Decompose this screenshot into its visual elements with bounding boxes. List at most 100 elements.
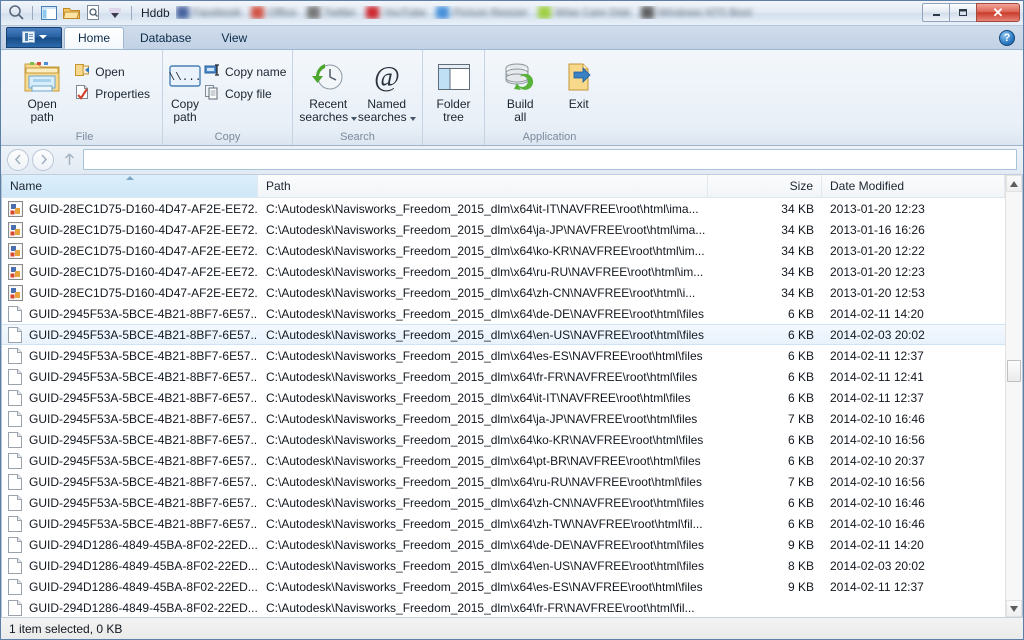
file-name-text: GUID-2945F53A-5BCE-4B21-8BF7-6E57... [29,348,258,363]
table-row[interactable]: GUID-2945F53A-5BCE-4B21-8BF7-6E57... C:\A… [2,471,1005,492]
column-header-path[interactable]: Path [258,175,708,198]
folder-tree-button[interactable]: Folder tree [429,54,478,124]
table-row[interactable]: GUID-28EC1D75-D160-4D47-AF2E-EE72... C:\A… [2,240,1005,261]
tab-view[interactable]: View [207,28,261,49]
generic-file-icon [8,410,23,427]
application-menu-button[interactable] [6,26,62,48]
maximize-button[interactable] [949,3,977,22]
cell-name: GUID-28EC1D75-D160-4D47-AF2E-EE72... [2,263,258,280]
tab-database[interactable]: Database [126,28,205,49]
tab-home[interactable]: Home [64,26,125,49]
minimize-button[interactable] [922,3,950,22]
table-row[interactable]: GUID-2945F53A-5BCE-4B21-8BF7-6E57... C:\A… [2,324,1005,346]
favorite-item[interactable]: Office [251,6,297,20]
status-bar: 1 item selected, 0 KB [1,617,1023,639]
table-row[interactable]: GUID-2945F53A-5BCE-4B21-8BF7-6E57... C:\A… [2,450,1005,471]
table-row[interactable]: GUID-2945F53A-5BCE-4B21-8BF7-6E57... C:\A… [2,429,1005,450]
table-row[interactable]: GUID-2945F53A-5BCE-4B21-8BF7-6E57... C:\A… [2,513,1005,534]
table-row[interactable]: GUID-294D1286-4849-45BA-8F02-22ED... C:\A… [2,576,1005,597]
cell-path: C:\Autodesk\Navisworks_Freedom_2015_dlm\… [266,327,704,342]
vertical-scrollbar[interactable] [1005,175,1022,617]
cell-name: GUID-2945F53A-5BCE-4B21-8BF7-6E57... [2,452,258,469]
scrollbar-thumb[interactable] [1007,360,1021,383]
favorite-item[interactable]: Facebook [175,6,241,20]
cell-path: C:\Autodesk\Navisworks_Freedom_2015_dlm\… [266,453,701,468]
table-row[interactable]: GUID-2945F53A-5BCE-4B21-8BF7-6E57... C:\A… [2,408,1005,429]
table-row[interactable]: GUID-2945F53A-5BCE-4B21-8BF7-6E57... C:\A… [2,387,1005,408]
generic-file-icon [8,599,23,616]
dropdown-arrow-icon[interactable] [104,2,126,23]
favorite-label: Windows NT5 Boot [657,6,752,19]
help-button[interactable]: ? [999,29,1015,46]
panel-layout-icon[interactable] [38,2,60,23]
cell-date-modified: 2013-01-20 12:23 [830,201,925,216]
recent-searches-button[interactable]: Recent searches [299,54,358,124]
table-row[interactable]: GUID-2945F53A-5BCE-4B21-8BF7-6E57... C:\A… [2,345,1005,366]
ribbon-group-copy-label: Copy [214,130,241,143]
chevron-down-icon [38,35,47,40]
address-input[interactable] [89,152,1011,167]
table-row[interactable]: GUID-28EC1D75-D160-4D47-AF2E-EE72... C:\A… [2,282,1005,303]
favorite-item[interactable]: Twitter [306,6,356,20]
folder-open-icon[interactable] [60,2,82,23]
exit-button[interactable]: Exit [550,54,609,111]
copy-name-button[interactable]: Copy name [201,61,292,83]
html-file-icon [8,242,23,259]
named-searches-button[interactable]: @ Named searches [358,54,417,124]
generic-file-icon [8,494,23,511]
up-arrow-icon[interactable] [59,149,79,171]
open-button[interactable]: Open [71,61,156,83]
status-text: 1 item selected, 0 KB [9,621,123,636]
forward-arrow-icon[interactable] [32,148,54,171]
properties-button[interactable]: Properties [71,83,156,105]
table-row[interactable]: GUID-294D1286-4849-45BA-8F02-22ED... C:\A… [2,597,1005,617]
file-list-view: Name Path Size Date Modified GUID-28EC1D… [1,175,1023,617]
cell-date-modified: 2014-02-11 14:20 [830,306,924,321]
build-all-button[interactable]: Build all [491,54,550,124]
cell-name: GUID-2945F53A-5BCE-4B21-8BF7-6E57... [2,326,258,343]
table-row[interactable]: GUID-294D1286-4849-45BA-8F02-22ED... C:\A… [2,534,1005,555]
column-header-date-label: Date Modified [830,179,905,194]
back-arrow-icon[interactable] [7,148,29,171]
search-icon[interactable] [5,2,27,23]
cell-path: C:\Autodesk\Navisworks_Freedom_2015_dlm\… [266,264,704,279]
cell-size: 6 KB [787,306,814,321]
open-path-button[interactable]: Open path [13,54,71,124]
table-row[interactable]: GUID-28EC1D75-D160-4D47-AF2E-EE72... C:\A… [2,219,1005,240]
file-name-text: GUID-28EC1D75-D160-4D47-AF2E-EE72... [29,285,258,300]
cell-name: GUID-2945F53A-5BCE-4B21-8BF7-6E57... [2,305,258,322]
folder-tree-label: Folder tree [436,96,471,124]
table-row[interactable]: GUID-294D1286-4849-45BA-8F02-22ED... C:\A… [2,555,1005,576]
cell-path: C:\Autodesk\Navisworks_Freedom_2015_dlm\… [266,285,696,300]
exit-label: Exit [568,96,589,111]
copy-path-button[interactable]: \\... Copy path [169,54,201,124]
favorite-item[interactable]: Picture Resizer [436,6,528,20]
table-row[interactable]: GUID-28EC1D75-D160-4D47-AF2E-EE72... C:\A… [2,198,1005,219]
address-bar[interactable] [83,149,1017,171]
favorite-item[interactable]: Windows NT5 Boot [640,6,752,20]
table-row[interactable]: GUID-2945F53A-5BCE-4B21-8BF7-6E57... C:\A… [2,303,1005,324]
cell-path: C:\Autodesk\Navisworks_Freedom_2015_dlm\… [266,432,704,447]
file-name-text: GUID-2945F53A-5BCE-4B21-8BF7-6E57... [29,516,258,531]
table-row[interactable]: GUID-2945F53A-5BCE-4B21-8BF7-6E57... C:\A… [2,492,1005,513]
copy-name-icon [204,63,220,80]
table-row[interactable]: GUID-2945F53A-5BCE-4B21-8BF7-6E57... C:\A… [2,366,1005,387]
scroll-down-button[interactable] [1006,600,1022,617]
table-row[interactable]: GUID-28EC1D75-D160-4D47-AF2E-EE72... C:\A… [2,261,1005,282]
cell-date-modified: 2014-02-10 16:56 [830,474,925,489]
cell-size: 34 KB [781,243,814,258]
document-search-icon[interactable] [82,2,104,23]
scroll-up-button[interactable] [1006,175,1022,193]
favorite-item[interactable]: YouTube [365,6,426,20]
column-header-date-modified[interactable]: Date Modified [822,175,1005,198]
file-name-text: GUID-28EC1D75-D160-4D47-AF2E-EE72... [29,264,258,279]
ribbon-group-tree-label [423,130,484,145]
copy-file-button[interactable]: Copy file [201,83,292,105]
column-header-size[interactable]: Size [708,175,822,198]
close-button[interactable]: ✕ [976,3,1020,22]
column-header-name[interactable]: Name [2,175,258,198]
scrollbar-track[interactable] [1006,192,1022,600]
favorite-item[interactable]: Wise Care Disk [537,6,631,20]
toolbar-divider-2 [131,5,132,20]
cell-size: 6 KB [787,327,814,342]
